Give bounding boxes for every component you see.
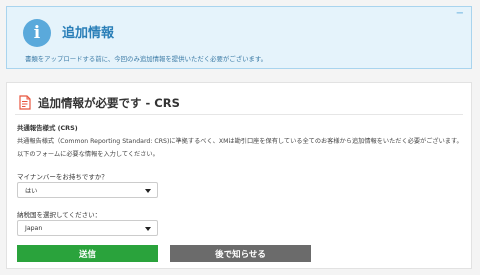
info-title: 追加情報 bbox=[62, 26, 115, 41]
collapse-icon[interactable]: − bbox=[456, 9, 464, 19]
crs-description: 共通報告様式（Common Reporting Standard: CRS)に準… bbox=[17, 138, 463, 145]
card-divider bbox=[15, 114, 463, 115]
tax-country-label: 納税国を選択してください： bbox=[17, 211, 102, 219]
info-icon: i bbox=[23, 19, 51, 47]
tax-country-select-value: Japan bbox=[25, 224, 43, 232]
notify-later-button[interactable]: 後で知らせる bbox=[170, 245, 311, 262]
crs-form-card: 追加情報が必要です - CRS 共通報告様式 (CRS) 共通報告様式（Comm… bbox=[6, 82, 472, 269]
card-title: 追加情報が必要です - CRS bbox=[38, 96, 180, 110]
document-icon bbox=[19, 95, 31, 110]
info-banner: i 追加情報 書類をアップロードする前に、今回のみ追加情報を提供いただく必要がご… bbox=[6, 6, 472, 69]
submit-button[interactable]: 送信 bbox=[17, 245, 158, 262]
chevron-down-icon bbox=[145, 189, 151, 193]
info-message: 書類をアップロードする前に、今回のみ追加情報を提供いただく必要がございます。 bbox=[25, 55, 268, 63]
mynumber-select-value: はい bbox=[25, 187, 38, 195]
form-instruction: 以下のフォームに必要な情報を入力してください。 bbox=[17, 151, 159, 158]
tax-country-select[interactable]: Japan bbox=[17, 220, 158, 236]
mynumber-select[interactable]: はい bbox=[17, 182, 158, 198]
chevron-down-icon bbox=[145, 227, 151, 231]
mynumber-label: マイナンバーをお持ちですか？ bbox=[17, 173, 108, 181]
crs-subheading: 共通報告様式 (CRS) bbox=[17, 124, 78, 132]
